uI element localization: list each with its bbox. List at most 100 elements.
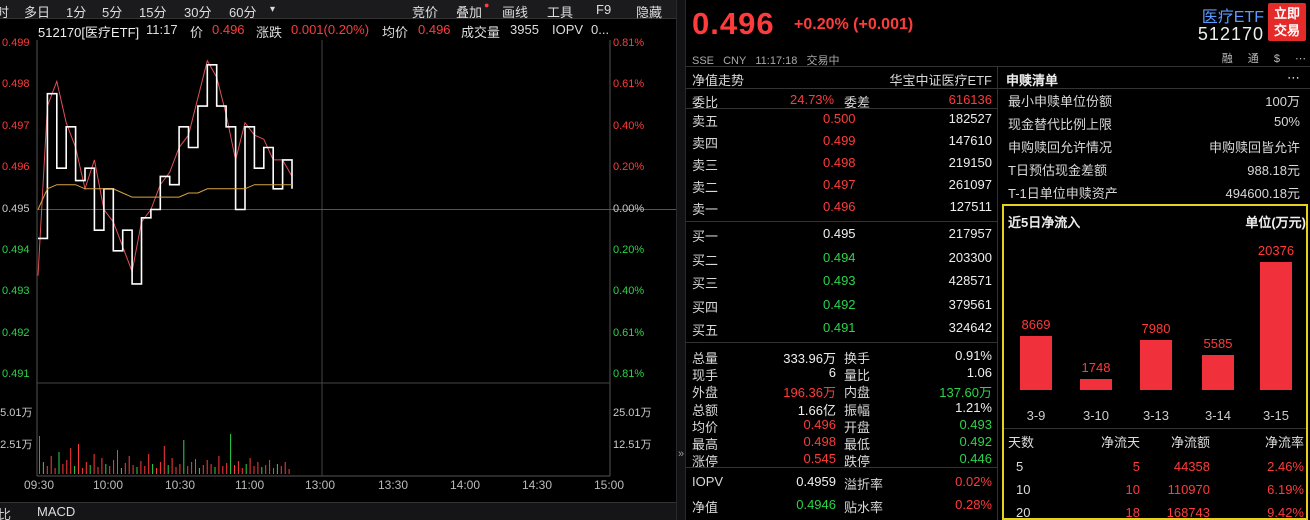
stat-value: 0.498 (803, 434, 836, 449)
ask-level-row[interactable]: 卖五 0.500 182527 (692, 111, 996, 129)
subscription-label: 现金替代比例上限 (1008, 117, 1113, 132)
stat-value: 137.60万 (939, 385, 992, 401)
y-tick-left: 0.494 (2, 243, 30, 256)
flow-table-cell: 44358 (1173, 459, 1210, 474)
subscription-item: T-1日单位申赎资产 494600.18元 (1008, 183, 1306, 201)
volume-bar (276, 464, 278, 474)
level-price: 0.499 (823, 133, 856, 148)
subscription-value: 100万 (1265, 94, 1300, 109)
intraday-chart[interactable] (0, 0, 676, 502)
net-inflow-value: 5585 (1203, 335, 1233, 351)
trade-now-label: 立即交易 (1273, 6, 1300, 38)
level-volume: 261097 (948, 177, 992, 192)
level-label: 卖一 (692, 202, 719, 217)
ask-level-row[interactable]: 卖三 0.498 219150 (692, 155, 996, 173)
y-tick-right: 0.40% (613, 285, 645, 298)
volume-bar (280, 466, 282, 474)
expand-arrow-icon[interactable]: » (678, 448, 684, 460)
volume-bars (39, 434, 290, 474)
ask-level-row[interactable]: 卖二 0.497 261097 (692, 177, 996, 195)
volume-bar (230, 434, 232, 474)
quote-panel: 0.496 +0.20% (+0.001) SSE CNY 11:17:18 交… (686, 0, 1310, 520)
volume-bar (191, 462, 193, 474)
stat-label: 总额 (692, 402, 719, 418)
volume-bar (159, 462, 161, 474)
bid-level-row[interactable]: 买三 0.493 428571 (692, 273, 996, 291)
flow-table-header: 天数 (1008, 435, 1035, 450)
bid-level-row[interactable]: 买二 0.494 203300 (692, 250, 996, 268)
net-inflow-bar[interactable] (1140, 339, 1172, 390)
level-price: 0.494 (823, 249, 856, 265)
margin-icon[interactable]: 融 (1222, 53, 1233, 65)
net-inflow-bar[interactable] (1080, 379, 1112, 390)
y-tick-right: 0.81% (613, 367, 645, 380)
stat-value: 6 (828, 365, 836, 381)
level-label: 买四 (692, 299, 719, 315)
stat-label: 开盘 (844, 419, 871, 435)
x-tick: 10:00 (93, 478, 124, 492)
volume-bar (226, 463, 228, 474)
bid-level-row[interactable]: 买一 0.495 217957 (692, 226, 996, 244)
level-label: 卖五 (692, 114, 719, 129)
y-tick-right: 0.00% (613, 202, 645, 215)
y-tick-right: 0.61% (613, 326, 645, 339)
index-name: 华宝中证医疗ETF (889, 73, 992, 88)
trade-now-button[interactable]: 立即交易 (1268, 3, 1306, 41)
bid-level-row[interactable]: 买四 0.492 379561 (692, 297, 996, 315)
volume-bar (202, 465, 204, 474)
subscription-value: 50% (1273, 114, 1300, 129)
volume-bar (136, 467, 138, 474)
ask-level-row[interactable]: 卖一 0.496 127511 (692, 199, 996, 217)
volume-bar (101, 458, 103, 474)
flow-table-cell: 6.19% (1267, 482, 1304, 497)
volume-tick-right: 12.51万 (613, 439, 652, 451)
subscription-label: T-1日单位申赎资产 (1008, 186, 1118, 201)
stat-label: 换手 (844, 351, 871, 366)
flow-table-header: 净流额 (1170, 435, 1210, 450)
volume-tick-right: 25.01万 (613, 407, 652, 419)
volume-bar (39, 436, 40, 474)
currency-icon[interactable]: $ (1274, 53, 1280, 65)
price-series-line (37, 184, 292, 210)
subscription-more-icon[interactable]: ⋯ (1287, 70, 1300, 86)
net-inflow-bar[interactable] (1020, 335, 1052, 390)
volume-bar (109, 466, 111, 474)
volume-bar (89, 465, 91, 474)
stat-row: 净值 0.4946 贴水率 0.28% (692, 497, 996, 515)
flow-table-header: 净流天 (1100, 435, 1140, 450)
net-inflow-panel: 近5日净流入 单位(万元) 8669 3-9 1748 3-10 7980 3-13 558… (1002, 204, 1308, 520)
panel-separator[interactable]: » (676, 0, 686, 520)
volume-bar (93, 454, 95, 474)
y-tick-left: 0.496 (2, 161, 30, 174)
tab-macd[interactable]: MACD (37, 504, 75, 519)
stat-label: 外盘 (692, 385, 719, 401)
net-inflow-bar[interactable] (1202, 354, 1234, 390)
volume-bar (253, 466, 255, 474)
level-volume: 203300 (948, 249, 992, 265)
connect-icon[interactable]: 通 (1248, 53, 1259, 65)
level-price: 0.492 (823, 296, 856, 312)
x-tick: 15:00 (594, 478, 625, 492)
level-label: 买二 (692, 252, 719, 268)
x-tick: 13:30 (378, 478, 409, 492)
stat-value: 0.02% (955, 474, 992, 489)
more-icon[interactable]: ⋯ (1295, 53, 1306, 65)
volume-bar (273, 468, 274, 474)
stat-label: 量比 (844, 368, 871, 384)
volume-bar (120, 468, 122, 474)
level-label: 卖四 (692, 136, 719, 151)
volume-bar (81, 468, 83, 474)
stat-row: IOPV 0.4959 溢折率 0.02% (692, 474, 996, 492)
y-tick-right: 0.61% (613, 78, 645, 91)
bid-level-row[interactable]: 买五 0.491 324642 (692, 320, 996, 338)
last-price: 0.496 (692, 6, 775, 41)
net-inflow-value: 20376 (1257, 243, 1295, 258)
level-volume: 428571 (948, 273, 992, 288)
volume-bar (183, 440, 185, 474)
ask-level-row[interactable]: 卖四 0.499 147610 (692, 133, 996, 151)
volume-bar (265, 465, 267, 474)
stat-label: 净值 (692, 500, 719, 515)
tab-ratio-clipped[interactable]: 比 (0, 504, 11, 520)
volume-bar (257, 462, 259, 474)
net-inflow-bar[interactable] (1260, 262, 1292, 390)
